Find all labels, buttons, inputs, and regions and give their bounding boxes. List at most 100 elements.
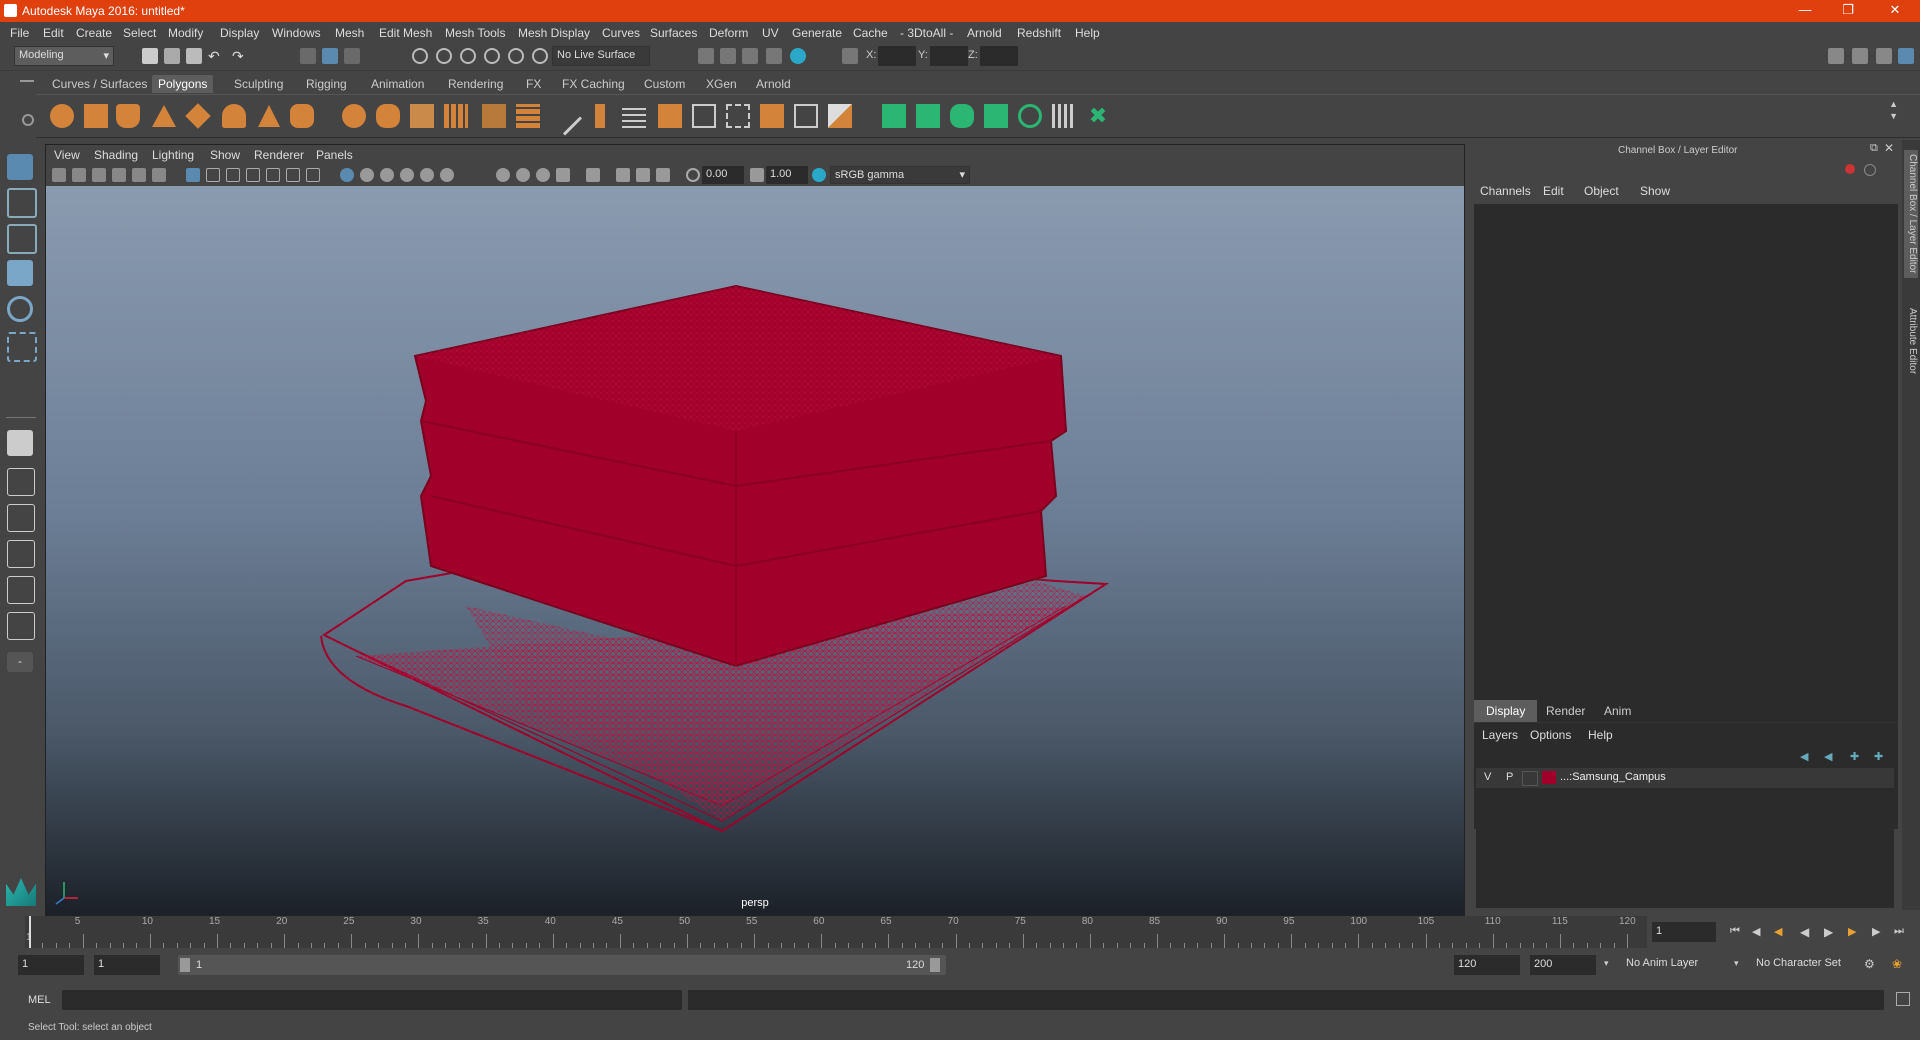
menu-mesh[interactable]: Mesh [335,26,364,40]
gamma-icon[interactable] [750,168,764,182]
extrude-icon[interactable] [516,104,540,128]
menu-cache[interactable]: Cache [853,26,888,40]
manipulator-icon[interactable] [1845,164,1855,174]
gate-mask-icon[interactable] [246,168,260,182]
play-backwards-icon[interactable]: ◀ [1800,925,1814,939]
menu-mesh-tools[interactable]: Mesh Tools [445,26,505,40]
move-layer-down-icon[interactable]: ◀ [1824,750,1832,763]
playback-end-field[interactable]: 120 [1454,955,1520,975]
quad-draw-icon[interactable] [794,104,818,128]
new-scene-icon[interactable] [142,48,158,64]
view-transform-dropdown[interactable]: sRGB gamma ▾ [830,166,970,184]
animation-end-field[interactable]: 200 [1530,955,1596,975]
persp-hypershade-layout-icon[interactable] [7,576,35,604]
step-back-key-icon[interactable]: ◀ [1774,925,1788,939]
tab-custom[interactable]: Custom [638,75,691,93]
select-component-icon[interactable] [344,48,360,64]
separate-icon[interactable] [376,104,400,128]
paint-select-tool-icon[interactable] [7,224,37,254]
viewport-menu-show[interactable]: Show [210,148,240,162]
exposure-field[interactable]: 0.00 [702,166,744,184]
mode-dropdown[interactable]: Modeling ▾ [14,46,114,66]
depth-of-field-icon[interactable] [556,168,570,182]
combine-icon[interactable] [342,104,366,128]
edit-menu[interactable]: Edit [1543,184,1564,198]
menu-windows[interactable]: Windows [272,26,321,40]
script-editor-icon[interactable] [1896,992,1910,1006]
move-layer-up-icon[interactable]: ◀ [1800,750,1808,763]
time-ruler[interactable]: 1510152025303540455055606570758085909510… [25,916,1647,948]
show-menu[interactable]: Show [1640,184,1670,198]
animation-start-field[interactable]: 1 [18,955,84,975]
tab-display[interactable]: Display [1474,700,1538,722]
wireframe-on-shaded-icon[interactable] [380,168,394,182]
select-hierarchy-icon[interactable] [300,48,316,64]
use-all-lights-icon[interactable] [420,168,434,182]
attribute-editor-icon[interactable] [1852,48,1868,64]
tab-animation[interactable]: Animation [365,75,430,93]
step-forward-frame-icon[interactable]: ▶ [1872,925,1886,939]
automatic-mapping-icon[interactable] [984,104,1008,128]
playback-start-field[interactable]: 1 [94,955,160,975]
play-forwards-icon[interactable]: ▶ [1824,925,1838,939]
z-field[interactable] [980,46,1018,66]
viewport-menu-shading[interactable]: Shading [94,148,138,162]
step-back-frame-icon[interactable]: ◀ [1752,925,1766,939]
poly-cube-icon[interactable] [84,104,108,128]
outliner-persp-layout-icon[interactable] [7,612,35,640]
new-layer-icon[interactable]: ✚ [1850,750,1859,763]
menu-redshift[interactable]: Redshift [1017,26,1061,40]
mirror-icon[interactable] [410,104,434,128]
poly-pipe-icon[interactable] [222,104,246,128]
ipr-render-icon[interactable] [720,48,736,64]
auto-key-icon[interactable]: ⚙ [1864,957,1878,971]
shelf-menu-icon[interactable] [20,80,34,82]
persp-outliner-layout-icon[interactable] [7,504,35,532]
3d-scene-view[interactable]: persp [46,186,1464,915]
persp-graph-layout-icon[interactable] [7,540,35,568]
menu-edit[interactable]: Edit [43,26,64,40]
layer-row[interactable]: V P ...:Samsung_Campus [1476,768,1894,788]
menu-file[interactable]: File [10,26,29,40]
boolean-icon[interactable] [828,104,852,128]
wireframe-icon[interactable] [340,168,354,182]
tab-fx-caching[interactable]: FX Caching [556,75,631,93]
single-perspective-view-icon[interactable] [7,430,33,456]
poly-torus-icon[interactable] [185,103,211,129]
xray-icon[interactable] [616,168,630,182]
shelf-scroll-up-icon[interactable]: ▲ [1889,99,1898,109]
minimize-icon[interactable]: — [1790,2,1820,17]
tab-rigging[interactable]: Rigging [300,75,353,93]
speed-icon[interactable] [1864,164,1876,176]
character-set-dropdown[interactable]: No Character Set [1752,955,1862,975]
poly-cylinder-icon[interactable] [116,104,140,128]
animation-preferences-icon[interactable]: ❀ [1892,957,1906,971]
select-object-icon[interactable] [322,48,338,64]
color-management-icon[interactable] [812,168,826,182]
isolate-select-icon[interactable] [586,168,600,182]
fill-hole-icon[interactable] [622,104,646,128]
layer-reference-toggle[interactable] [1522,771,1538,786]
channel-box-icon[interactable] [1898,48,1914,64]
camera-attributes-icon[interactable] [72,168,86,182]
options-menu[interactable]: Options [1530,728,1571,742]
close-panel-icon[interactable]: ✕ [1884,141,1894,155]
mel-label[interactable]: MEL [28,994,51,1006]
restore-icon[interactable]: ❐ [1833,2,1863,18]
merge-icon[interactable] [658,104,682,128]
bookmark-icon[interactable] [92,168,106,182]
poly-sphere-icon[interactable] [50,104,74,128]
range-handle-end[interactable] [930,958,940,972]
exposure-icon[interactable] [686,168,700,182]
grid-icon[interactable] [186,168,200,182]
range-handle-start[interactable] [180,958,190,972]
render-view-icon[interactable] [790,48,806,64]
bridge-icon[interactable] [595,104,605,128]
step-forward-key-icon[interactable]: ▶ [1848,925,1862,939]
tab-xgen[interactable]: XGen [700,75,743,93]
layer-visibility-toggle[interactable]: V [1484,771,1491,783]
tab-anim[interactable]: Anim [1592,700,1643,722]
campus-wireframe-mesh[interactable] [320,284,1110,833]
current-time-marker[interactable] [29,916,31,948]
menu-uv[interactable]: UV [762,26,779,40]
